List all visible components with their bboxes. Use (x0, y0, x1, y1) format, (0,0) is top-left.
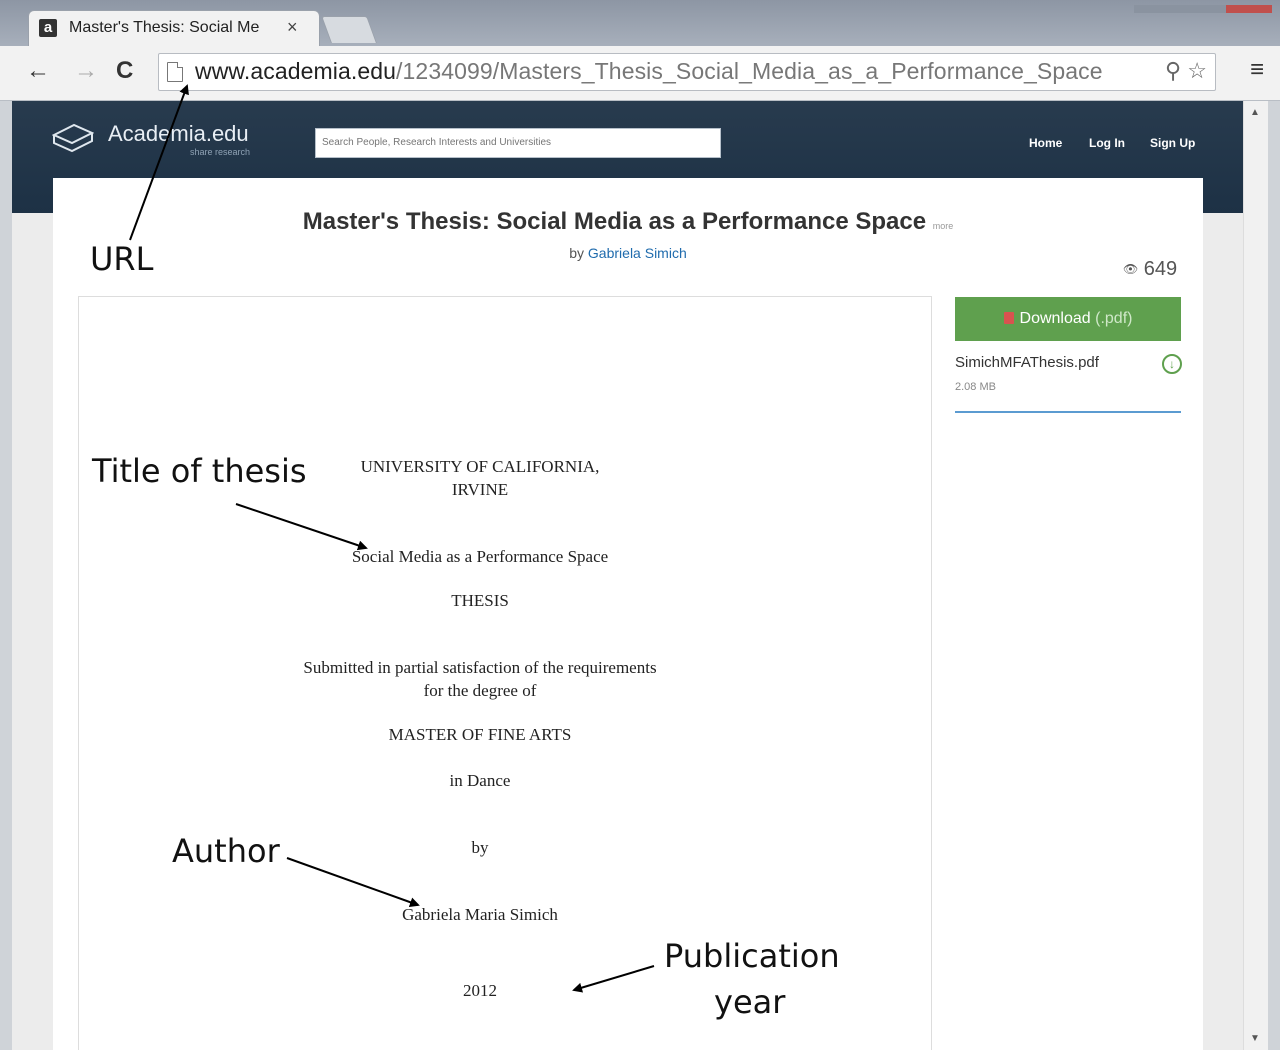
scroll-up-arrow-icon[interactable]: ▲ (1250, 107, 1260, 118)
download-button[interactable]: Download (.pdf) (955, 297, 1181, 341)
site-logo-text[interactable]: Academia.edu (108, 121, 249, 147)
document-title-text: Master's Thesis: Social Media as a Perfo… (302, 208, 927, 235)
academia-logo-icon (52, 123, 94, 153)
url-host: www.academia.edu (195, 58, 397, 84)
omnibox-icons: ⚲ ☆ (1165, 58, 1207, 84)
address-bar[interactable]: www.academia.edu/1234099/Masters_Thesis_… (158, 53, 1216, 91)
view-count: 👁 649 (1123, 258, 1177, 281)
browser-tab[interactable]: a Master's Thesis: Social Me × (28, 10, 320, 47)
window-controls (1134, 0, 1274, 13)
new-tab-button[interactable] (321, 16, 377, 43)
byline-prefix: by (569, 245, 585, 261)
search-icon[interactable]: ⚲ (1165, 58, 1181, 83)
annotation-author: Author (172, 832, 280, 870)
file-name[interactable]: SimichMFAThesis.pdf (955, 354, 1099, 371)
preview-thesis-title: Social Media as a Performance Space (351, 547, 609, 566)
vertical-scrollbar[interactable]: ▲ ▼ (1243, 101, 1269, 1050)
forward-arrow-icon[interactable]: → (74, 56, 98, 86)
file-size: 2.08 MB (955, 381, 996, 393)
page-icon (167, 62, 183, 82)
nav-home[interactable]: Home (1029, 136, 1062, 150)
maximize-button[interactable] (1180, 5, 1226, 13)
download-ext: (.pdf) (1095, 310, 1133, 327)
url-path: /1234099/Masters_Thesis_Social_Media_as_… (396, 58, 1103, 84)
eye-icon: 👁 (1123, 262, 1139, 276)
preview-submitted-line1: Submitted in partial satisfaction of the… (303, 658, 657, 677)
minimize-button[interactable] (1134, 5, 1180, 13)
more-link[interactable]: more (933, 221, 954, 231)
nav-login[interactable]: Log In (1089, 136, 1125, 150)
annotation-publication: Publication (664, 937, 840, 975)
site-search-input[interactable] (316, 129, 718, 155)
scroll-down-arrow-icon[interactable]: ▼ (1250, 1033, 1260, 1044)
annotation-year: year (714, 983, 786, 1021)
preview-degree: MASTER OF FINE ARTS (388, 725, 572, 744)
download-circle-icon[interactable]: ↓ (1162, 354, 1182, 374)
site-logo-tagline: share research (190, 147, 251, 157)
document-card: Master's Thesis: Social Media as a Perfo… (53, 178, 1203, 1050)
tab-title: Master's Thesis: Social Me (69, 19, 260, 36)
annotation-title-of-thesis: Title of thesis (92, 452, 307, 490)
star-icon[interactable]: ☆ (1187, 58, 1207, 83)
divider (955, 411, 1181, 413)
window-frame (1268, 101, 1280, 1050)
byline: by Gabriela Simich (53, 245, 1203, 261)
pdf-icon (1003, 312, 1014, 324)
browser-toolbar: ← → C www.academia.edu/1234099/Masters_T… (0, 46, 1280, 101)
menu-icon[interactable]: ≡ (1250, 56, 1264, 84)
author-link[interactable]: Gabriela Simich (588, 245, 687, 261)
nav-signup[interactable]: Sign Up (1150, 136, 1195, 150)
document-title: Master's Thesis: Social Media as a Perfo… (53, 208, 1203, 236)
annotation-url: URL (90, 240, 154, 278)
preview-author: Gabriela Maria Simich (402, 905, 558, 924)
site-search-box[interactable] (315, 128, 721, 158)
preview-type: THESIS (451, 591, 509, 610)
download-label: Download (1019, 310, 1091, 327)
browser-tab-strip: a Master's Thesis: Social Me × (0, 0, 1280, 47)
view-count-value: 649 (1143, 258, 1178, 280)
academia-favicon-icon: a (39, 19, 57, 37)
back-arrow-icon[interactable]: ← (26, 56, 50, 86)
url-text[interactable]: www.academia.edu/1234099/Masters_Thesis_… (195, 58, 1103, 85)
close-window-button[interactable] (1226, 5, 1272, 13)
preview-field: in Dance (449, 771, 511, 790)
page-viewport: Academia.edu share research Home Log In … (12, 101, 1243, 1050)
preview-submitted-line2: for the degree of (423, 681, 537, 700)
tab-close-icon[interactable]: × (287, 17, 298, 38)
reload-icon[interactable]: C (116, 56, 133, 86)
